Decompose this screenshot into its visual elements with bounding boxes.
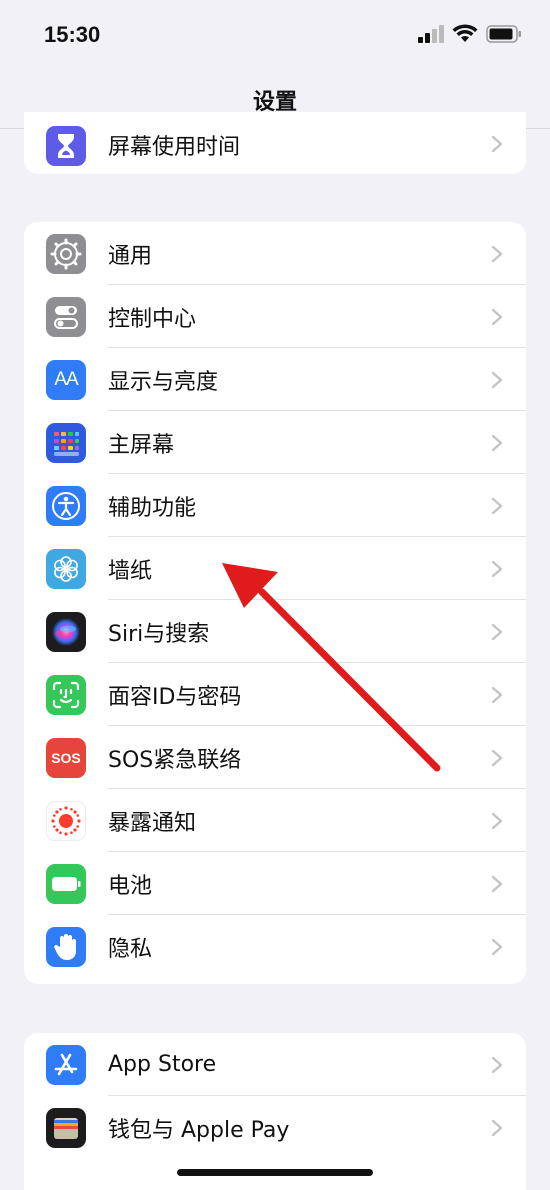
sos-icon: SOS — [46, 737, 86, 778]
text-size-icon: AA — [46, 359, 86, 400]
settings-row-label: 墙纸 — [108, 558, 153, 584]
settings-row-display-brightness[interactable]: AA 显示与亮度 — [24, 348, 526, 411]
settings-row-siri-search[interactable]: Siri与搜索 — [24, 600, 526, 663]
settings-row-label: 辅助功能 — [108, 495, 197, 521]
settings-row-wallpaper[interactable]: 墙纸 — [24, 537, 526, 600]
settings-row-label: 暴露通知 — [108, 810, 197, 836]
flower-icon — [46, 548, 86, 589]
siri-icon — [46, 611, 86, 652]
settings-row-wallet-apple-pay[interactable]: 钱包与 Apple Pay — [24, 1096, 526, 1159]
general-settings-group: 通用 控制中心 AA 显示与亮度 主屏幕 辅助功能 墙纸 Siri与搜索 面容I… — [24, 222, 526, 984]
chevron-right-icon — [491, 938, 503, 955]
chevron-right-icon — [491, 371, 503, 388]
settings-row-label: 面容ID与密码 — [108, 684, 242, 710]
hourglass-icon — [46, 126, 86, 166]
chevron-right-icon — [491, 560, 503, 577]
settings-row-label: Siri与搜索 — [108, 621, 210, 647]
chevron-right-icon — [491, 135, 503, 153]
settings-row-home-screen[interactable]: 主屏幕 — [24, 411, 526, 474]
settings-row-exposure-notifications[interactable]: 暴露通知 — [24, 789, 526, 852]
settings-row-face-id-passcode[interactable]: 面容ID与密码 — [24, 663, 526, 726]
wifi-icon — [452, 24, 478, 42]
app-store-icon — [46, 1044, 86, 1085]
exposure-icon — [46, 800, 86, 841]
toggles-icon — [46, 296, 86, 337]
chevron-right-icon — [491, 308, 503, 325]
cellular-signal-icon — [418, 25, 444, 43]
settings-row-screen-time[interactable]: 屏幕使用时间 — [24, 112, 526, 174]
settings-row-label: 屏幕使用时间 — [108, 135, 241, 160]
gear-icon — [46, 233, 86, 274]
chevron-right-icon — [491, 434, 503, 451]
settings-row-accessibility[interactable]: 辅助功能 — [24, 474, 526, 537]
screen-time-group: 屏幕使用时间 — [24, 112, 526, 174]
settings-row-label: 控制中心 — [108, 306, 197, 332]
settings-row-label: SOS紧急联络 — [108, 747, 242, 773]
settings-row-control-center[interactable]: 控制中心 — [24, 285, 526, 348]
chevron-right-icon — [491, 686, 503, 703]
settings-row-label: 隐私 — [108, 936, 153, 962]
settings-row-battery[interactable]: 电池 — [24, 852, 526, 915]
settings-row-label: App Store — [108, 1052, 217, 1077]
chevron-right-icon — [491, 875, 503, 892]
chevron-right-icon — [491, 245, 503, 262]
status-bar: 15:30 — [0, 0, 550, 70]
chevron-right-icon — [491, 623, 503, 640]
chevron-right-icon — [491, 812, 503, 829]
status-time: 15:30 — [44, 22, 101, 47]
home-screen-icon — [46, 422, 86, 463]
battery-icon — [46, 863, 86, 904]
settings-row-label: 通用 — [108, 243, 153, 269]
apps-settings-group: App Store 钱包与 Apple Pay — [24, 1033, 526, 1190]
settings-row-label: 显示与亮度 — [108, 369, 219, 395]
face-id-icon — [46, 674, 86, 715]
settings-row-app-store[interactable]: App Store — [24, 1033, 526, 1096]
chevron-right-icon — [491, 497, 503, 514]
home-indicator — [177, 1169, 373, 1176]
chevron-right-icon — [491, 1056, 503, 1073]
wallet-icon — [46, 1107, 86, 1148]
chevron-right-icon — [491, 749, 503, 766]
hand-icon — [46, 926, 86, 967]
settings-row-general[interactable]: 通用 — [24, 222, 526, 285]
settings-row-label: 主屏幕 — [108, 432, 175, 458]
settings-row-privacy[interactable]: 隐私 — [24, 915, 526, 978]
settings-row-emergency-sos[interactable]: SOS SOS紧急联络 — [24, 726, 526, 789]
chevron-right-icon — [491, 1119, 503, 1136]
settings-row-label: 电池 — [108, 873, 153, 899]
battery-status-icon — [486, 25, 521, 43]
accessibility-icon — [46, 485, 86, 526]
settings-row-label: 钱包与 Apple Pay — [108, 1117, 290, 1143]
